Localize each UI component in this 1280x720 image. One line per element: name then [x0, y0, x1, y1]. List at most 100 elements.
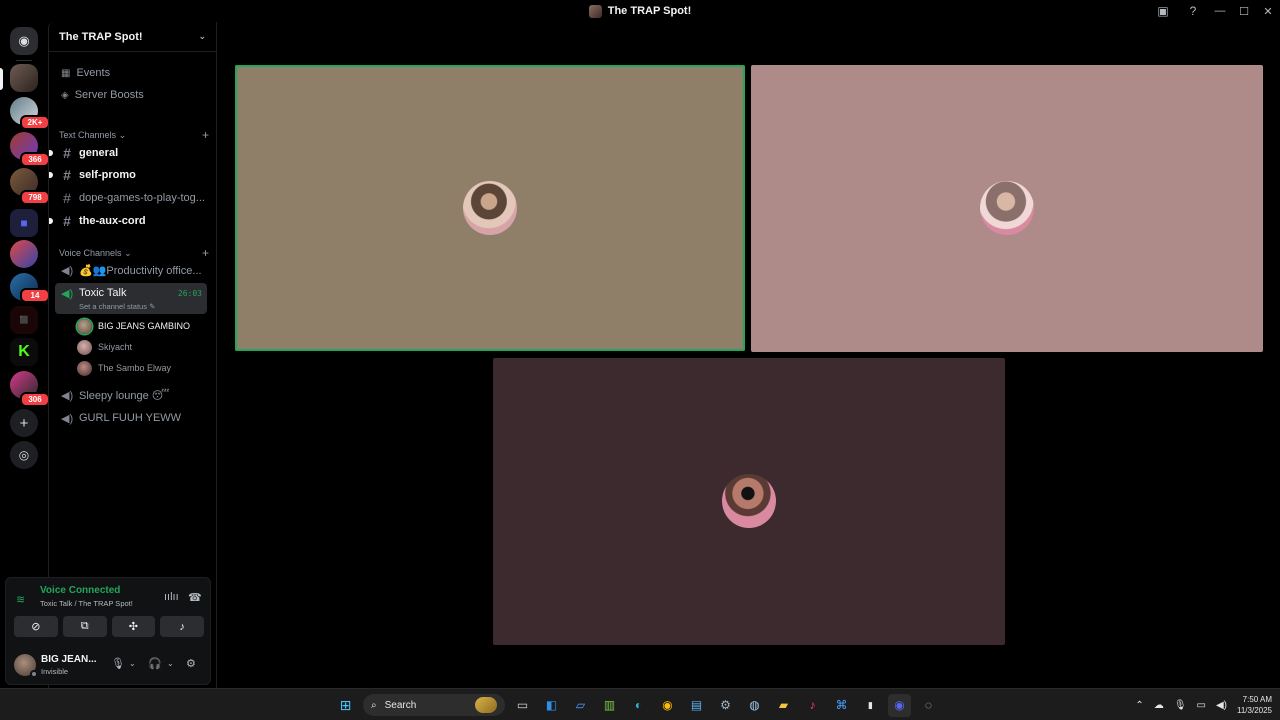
spreadsheet-app-icon[interactable]: ▥ [598, 694, 621, 717]
tiktok-icon[interactable]: ♪ [801, 694, 824, 717]
hash-icon: # [63, 167, 71, 183]
microphone-icon[interactable]: 🎙 [111, 657, 125, 670]
add-server-icon[interactable]: + [10, 409, 38, 437]
discord-taskbar-icon[interactable]: ◉ [888, 693, 911, 717]
voice-channel-gurl[interactable]: ◀) GURL FUUH YEWW [55, 407, 207, 429]
inbox-icon[interactable]: ▣ [1148, 0, 1178, 22]
signal-icon[interactable]: ≋ [16, 593, 25, 606]
steam-icon[interactable]: ◍ [743, 694, 766, 717]
chevron-down-icon[interactable]: ⌄ [129, 659, 136, 668]
display-icon[interactable]: ▭ [1197, 700, 1206, 711]
discover-icon[interactable]: ◎ [10, 441, 38, 469]
taskbar-search[interactable]: ⌕ Search [363, 694, 505, 716]
channel-the-aux-cord[interactable]: # the-aux-cord [49, 211, 209, 231]
channel-status-prompt[interactable]: Set a channel status ✎ [79, 302, 155, 311]
hash-icon: # [63, 190, 71, 206]
text-channels-category[interactable]: Text Channels ⌄ + [59, 128, 209, 142]
text-channels-label: Text Channels [59, 129, 117, 140]
settings-gear-icon[interactable]: ⚙ [186, 657, 196, 670]
add-channel-icon[interactable]: + [202, 128, 209, 142]
video-tile-3[interactable] [493, 358, 1005, 645]
microsoft-store-icon[interactable]: ▤ [685, 694, 708, 717]
search-label: Search [384, 699, 417, 711]
camera-off-icon: ⊘ [31, 621, 41, 633]
server-name: The TRAP Spot! [59, 30, 143, 43]
user-name: BIG JEAN... [41, 654, 97, 665]
settings-icon[interactable]: ⚙ [714, 694, 737, 717]
close-button[interactable]: ✕ [1256, 0, 1280, 22]
clock-time: 7:50 AM [1242, 695, 1272, 704]
speaker-icon: ◀) [61, 264, 74, 277]
maximize-button[interactable]: ☐ [1232, 0, 1256, 22]
unread-badge: 798 [20, 190, 50, 205]
voice-channel-sleepy-lounge[interactable]: ◀) Sleepy lounge 😴 [55, 384, 207, 406]
volume-icon[interactable]: ◀) [1216, 700, 1227, 711]
chrome-icon[interactable]: ◉ [656, 694, 679, 717]
voice-channel-label: Sleepy lounge 😴 [79, 389, 170, 402]
chevron-up-icon[interactable]: ⌃ [1135, 700, 1143, 711]
epic-games-icon[interactable]: ▮ [859, 694, 882, 717]
user-panel[interactable]: BIG JEAN... Invisible 🎙 ⌄ 🎧 ⌄ ⚙ [6, 650, 210, 682]
channel-dope-games[interactable]: # dope-games-to-play-tog... [57, 188, 209, 208]
video-tile-2[interactable] [751, 65, 1263, 352]
onedrive-icon[interactable]: ☁ [1154, 700, 1164, 711]
minimize-button[interactable]: — [1208, 0, 1232, 22]
soundboard-icon: ♪ [179, 620, 185, 633]
channel-self-promo[interactable]: # self-promo [49, 165, 209, 185]
unread-indicator [49, 150, 53, 156]
search-highlight-icon [475, 697, 497, 713]
voice-member[interactable]: The Sambo Elway [77, 358, 217, 378]
participant-avatar [980, 181, 1034, 235]
microphone-icon[interactable]: 🎙 [1174, 700, 1187, 711]
file-explorer-icon[interactable]: ▰ [772, 694, 795, 717]
chevron-icon: ⌄ [124, 247, 132, 258]
edge-icon[interactable]: ◐ [627, 694, 650, 717]
server-trap-spot[interactable] [10, 64, 38, 92]
voice-member-name: The Sambo Elway [98, 363, 172, 373]
folder-icon[interactable]: ■ [10, 209, 38, 237]
window-title: The TRAP Spot! [588, 4, 692, 18]
noise-suppression-icon[interactable]: ıılıı [164, 591, 179, 603]
avatar [77, 360, 92, 376]
app-icon[interactable]: ◌ [917, 694, 940, 717]
voice-member[interactable]: Skiyacht [77, 337, 217, 357]
server-header[interactable]: The TRAP Spot! ⌄ [49, 22, 216, 52]
speaker-icon: ◀) [61, 389, 74, 402]
discord-home-icon[interactable]: ◉ [10, 27, 38, 55]
activities-button[interactable]: ✣ [111, 616, 156, 637]
events-item[interactable]: ▦ Events [57, 63, 207, 83]
voice-channel-productivity[interactable]: ◀) 💰👥Productivity office... [55, 259, 207, 281]
headphones-icon[interactable]: 🎧 [148, 657, 162, 670]
server-boosts-label: Server Boosts [74, 89, 144, 101]
video-tile-1[interactable] [235, 65, 745, 351]
unread-badge: 2K+ [20, 115, 50, 130]
hash-icon: # [63, 145, 71, 161]
server-blood[interactable]: ⬛ [10, 306, 38, 334]
app-icon[interactable]: ▱ [569, 694, 592, 717]
voice-connected-channel[interactable]: Toxic Talk / The TRAP Spot! [40, 599, 133, 608]
task-view-icon[interactable]: ▭ [511, 694, 534, 717]
calendar-icon: ▦ [61, 67, 71, 79]
chevron-down-icon[interactable]: ⌄ [167, 659, 174, 668]
clock[interactable]: 7:50 AM 11/3/2025 [1237, 694, 1272, 716]
server-boosts-item[interactable]: ◈ Server Boosts [57, 85, 207, 105]
add-channel-icon[interactable]: + [202, 246, 209, 260]
windows-start-icon[interactable]: ⊞ [334, 694, 357, 717]
outlook-icon[interactable]: ◧ [540, 694, 563, 717]
disconnect-icon[interactable]: ☎ [188, 591, 202, 604]
app-icon[interactable]: ⌘ [830, 694, 853, 717]
screen-share-button[interactable]: ⧉ [62, 616, 107, 637]
server-kick[interactable]: K [10, 338, 38, 366]
soundboard-button[interactable]: ♪ [160, 616, 204, 637]
voice-channels-category[interactable]: Voice Channels ⌄ + [59, 246, 209, 260]
unread-indicator [49, 172, 53, 178]
window-title-text: The TRAP Spot! [607, 5, 692, 17]
server-red-blue[interactable] [10, 240, 38, 268]
voice-member[interactable]: BIG JEANS GAMBINO [77, 316, 217, 336]
help-icon[interactable]: ? [1178, 0, 1208, 22]
channel-general[interactable]: # general [49, 143, 209, 163]
camera-off-button[interactable]: ⊘ [14, 616, 58, 637]
voice-channel-toxic-talk[interactable]: ◀) Toxic Talk 26:03 Set a channel status… [55, 283, 207, 314]
voice-connected-label[interactable]: Voice Connected [40, 585, 120, 596]
status-indicator [30, 670, 38, 678]
